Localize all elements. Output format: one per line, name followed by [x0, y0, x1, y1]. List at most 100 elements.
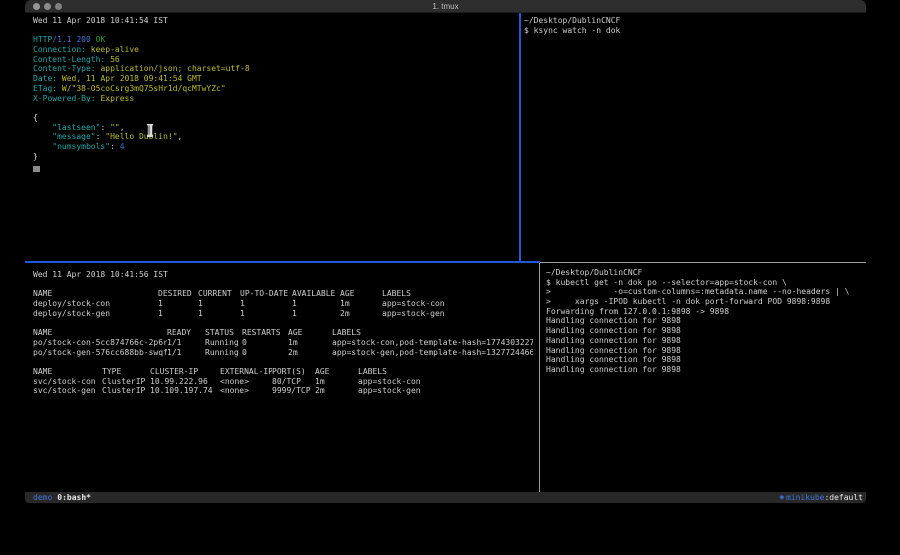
terminal-line: Handling connection for 9898	[546, 365, 849, 375]
terminal-line: {	[33, 113, 250, 123]
terminal-text-segment: HTTP	[33, 35, 52, 44]
status-left: demo 0:bash*	[33, 492, 91, 503]
table-cell: PORT(S)	[272, 367, 315, 377]
terminal-text-segment: {	[33, 113, 38, 122]
table-cell: app=stock-gen	[382, 309, 533, 319]
pane-divider-horizontal-right[interactable]	[540, 262, 866, 263]
terminal-line: > xargs -IPOD kubectl -n dok port-forwar…	[546, 297, 849, 307]
terminal-line: ETag: W/"38-O5coCsrg3mQ75sHr1d/qcMTwYZc"	[33, 84, 250, 94]
terminal-text-segment: "lastseen"	[52, 123, 100, 132]
terminal-text-segment: Handling connection for 9898	[546, 316, 681, 325]
pane-http-response[interactable]: Wed 11 Apr 2018 10:41:54 IST HTTP/1.1 20…	[25, 13, 519, 262]
pane-port-forward[interactable]: ~/Desktop/DublinCNCF$ kubectl get -n dok…	[540, 264, 866, 492]
table-cell: svc/stock-gen	[33, 386, 102, 396]
terminal-text-segment: :	[110, 142, 120, 151]
table-cell: READY	[167, 328, 205, 338]
table-cell: ClusterIP	[102, 377, 150, 387]
deployments-table: NAMEDESIREDCURRENTUP-TO-DATEAVAILABLEAGE…	[33, 289, 533, 318]
terminal-line: "message": "Hello Dublin!",	[33, 132, 250, 142]
terminal-cursor	[33, 166, 40, 172]
table-cell: 0	[242, 348, 288, 358]
terminal-text-segment: application/json; charset=utf-8	[96, 64, 250, 73]
ksync-output: ~/Desktop/DublinCNCF$ ksync watch -n dok	[524, 16, 620, 35]
terminal-line: Handling connection for 9898	[546, 316, 849, 326]
table-cell: app=stock-gen	[358, 386, 533, 396]
table-cell: 1	[292, 299, 340, 309]
table-cell: app=stock-con	[358, 377, 533, 387]
window-label[interactable]: 0:bash*	[57, 492, 91, 503]
table-cell: DESIRED	[158, 289, 198, 299]
kube-context: minikube	[786, 492, 825, 503]
terminal-text-segment: ""	[110, 123, 120, 132]
pane-divider-horizontal-left[interactable]	[25, 261, 540, 263]
table-header-row: NAMEDESIREDCURRENTUP-TO-DATEAVAILABLEAGE…	[33, 289, 533, 299]
terminal-line: Connection: keep-alive	[33, 45, 250, 55]
pane-kubectl-get[interactable]: Wed 11 Apr 2018 10:41:56 IST NAMEDESIRED…	[25, 264, 539, 492]
terminal-text-segment: Handling connection for 9898	[546, 365, 681, 374]
terminal-text-segment: Handling connection for 9898	[546, 355, 681, 364]
http-response-output: Wed 11 Apr 2018 10:41:54 IST HTTP/1.1 20…	[33, 16, 250, 161]
terminal-text-segment: $ kubectl get -n dok po --selector=app=s…	[546, 278, 787, 287]
table-cell: app=stock-gen,pod-template-hash=13277244…	[332, 348, 533, 358]
terminal-line: "lastseen": "",	[33, 123, 250, 133]
terminal-text-segment: Express	[96, 94, 135, 103]
table-row: po/stock-con-5cc874766c-2p6rp1/1Running0…	[33, 338, 533, 348]
table-cell: CURRENT	[198, 289, 240, 299]
blank-line	[33, 357, 533, 367]
table-cell: app=stock-con	[382, 299, 533, 309]
terminal-line: Wed 11 Apr 2018 10:41:54 IST	[33, 16, 250, 26]
terminal-line: "numsymbols": 4	[33, 142, 250, 152]
table-cell: svc/stock-con	[33, 377, 102, 387]
title-bar[interactable]: 1. tmux	[25, 0, 866, 13]
table-cell: app=stock-con,pod-template-hash=17743032…	[332, 338, 533, 348]
terminal-text-segment: :	[96, 132, 106, 141]
table-cell: 80/TCP	[272, 377, 315, 387]
table-cell: AGE	[315, 367, 358, 377]
kubectl-timestamp: Wed 11 Apr 2018 10:41:56 IST	[33, 270, 533, 280]
terminal-line: > -o=custom-columns=:metadata.name --no-…	[546, 287, 849, 297]
table-cell: LABELS	[382, 289, 533, 299]
terminal-text-segment: W/"38-O5coCsrg3mQ75sHr1d/qcMTwYZc"	[57, 84, 226, 93]
services-table: NAMETYPECLUSTER-IPEXTERNAL-IPPORT(S)AGEL…	[33, 367, 533, 396]
table-cell: 1	[240, 309, 292, 319]
table-cell: 1	[158, 309, 198, 319]
terminal-text-segment: Handling connection for 9898	[546, 346, 681, 355]
terminal-line: $ ksync watch -n dok	[524, 26, 620, 36]
table-cell: 1	[198, 299, 240, 309]
terminal-line: X-Powered-By: Express	[33, 94, 250, 104]
terminal-text-segment: Handling connection for 9898	[546, 336, 681, 345]
terminal-text-segment: Content-Length:	[33, 55, 105, 64]
terminal-text-segment: ~/Desktop/DublinCNCF	[524, 16, 620, 25]
tmux-status-bar: demo 0:bash* ◉ minikube :default	[25, 492, 866, 503]
table-cell: ClusterIP	[102, 386, 150, 396]
terminal-text-segment: "numsymbols"	[52, 142, 110, 151]
terminal-text-segment: Connection:	[33, 45, 86, 54]
table-cell: TYPE	[102, 367, 150, 377]
table-cell: UP-TO-DATE	[240, 289, 292, 299]
terminal-text-segment: Content-Type:	[33, 64, 96, 73]
table-cell: po/stock-con-5cc874766c-2p6rp	[33, 338, 167, 348]
table-cell: AGE	[340, 289, 382, 299]
table-header-row: NAMEREADYSTATUSRESTARTSAGELABELS	[33, 328, 533, 338]
terminal-text-segment: ~/Desktop/DublinCNCF	[546, 268, 642, 277]
terminal-window: 1. tmux Wed 11 Apr 2018 10:41:54 IST HTT…	[25, 0, 866, 503]
terminal-text-segment: ,	[120, 123, 125, 132]
terminal-text-segment: "message"	[52, 132, 95, 141]
terminal-text-segment: OK	[96, 35, 106, 44]
terminal-text-segment: Wed, 11 Apr 2018 09:41:54 GMT	[57, 74, 202, 83]
terminal-text-segment: Wed 11 Apr 2018 10:41:54 IST	[33, 16, 168, 25]
terminal-line: Forwarding from 127.0.0.1:9898 -> 9898	[546, 307, 849, 317]
pane-ksync[interactable]: ~/Desktop/DublinCNCF$ ksync watch -n dok	[521, 13, 866, 262]
table-cell: 10.99.222.96	[150, 377, 220, 387]
table-cell: <none>	[220, 377, 272, 387]
terminal-line	[33, 103, 250, 113]
terminal-line: HTTP/1.1 200 OK	[33, 35, 250, 45]
table-cell: po/stock-gen-576cc688bb-swqf6	[33, 348, 167, 358]
terminal-text-segment: keep-alive	[86, 45, 139, 54]
session-name: demo	[33, 492, 52, 503]
table-header-row: NAMETYPECLUSTER-IPEXTERNAL-IPPORT(S)AGEL…	[33, 367, 533, 377]
pane-divider-vertical-top[interactable]	[519, 13, 521, 262]
terminal-text-segment: Handling connection for 9898	[546, 326, 681, 335]
table-cell: 0	[242, 338, 288, 348]
table-cell: <none>	[220, 386, 272, 396]
